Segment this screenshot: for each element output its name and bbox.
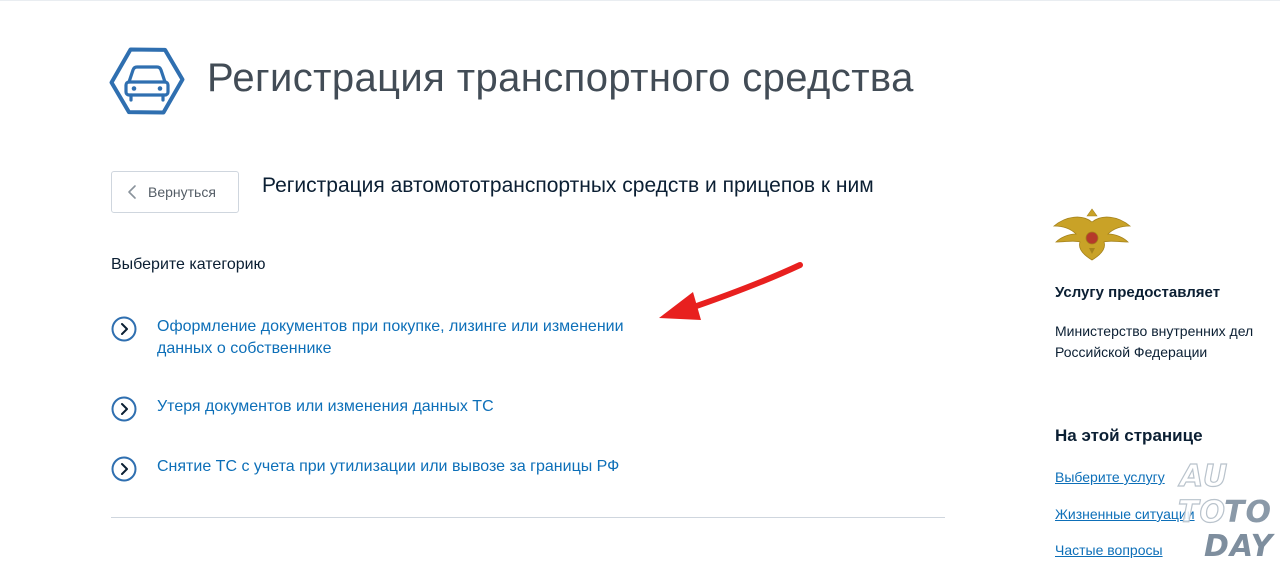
provider-name: Министерство внутренних дел Российской Ф… [1055, 323, 1254, 360]
chevron-right-circle-icon [111, 316, 137, 342]
back-button-label: Вернуться [148, 184, 216, 200]
red-arrow-annotation [659, 262, 803, 320]
emblem-icon [1052, 208, 1132, 261]
choose-category-label: Выберите категорию [111, 256, 266, 273]
service-subtitle: Регистрация автомототранспортных средств… [262, 174, 874, 197]
back-button[interactable]: Вернуться [111, 171, 239, 213]
watermark-text: DAY [1204, 529, 1274, 564]
category-option-label[interactable]: Снятие ТС с учета при утилизации или выв… [157, 456, 677, 478]
category-option-deregistration[interactable]: Снятие ТС с учета при утилизации или выв… [111, 456, 677, 482]
category-option-purchase[interactable]: Оформление документов при покупке, лизин… [111, 316, 677, 360]
category-option-lost-documents[interactable]: Утеря документов или изменения данных ТС [111, 396, 677, 422]
category-option-label[interactable]: Утеря документов или изменения данных ТС [157, 396, 677, 418]
top-divider [0, 0, 1280, 1]
category-option-label[interactable]: Оформление документов при покупке, лизин… [157, 316, 677, 360]
chevron-right-circle-icon [111, 456, 137, 482]
toc-heading: На этой странице [1055, 426, 1203, 445]
chevron-left-icon [128, 185, 136, 199]
toc-link-life-situations[interactable]: Жизненные ситуации [1055, 506, 1195, 522]
toc-link-choose-service[interactable]: Выберите услугу [1055, 469, 1165, 485]
toc-link-faq[interactable]: Частые вопросы [1055, 542, 1163, 558]
section-divider [111, 517, 945, 518]
page-title: Регистрация транспортного средства [207, 56, 914, 100]
watermark-text: AU [1179, 459, 1229, 494]
watermark-text: TO [1224, 495, 1272, 530]
chevron-right-circle-icon [111, 396, 137, 422]
provider-heading: Услугу предоставляет [1055, 284, 1221, 301]
car-icon [109, 47, 185, 115]
page: Регистрация транспортного средства Верну… [0, 0, 1280, 565]
